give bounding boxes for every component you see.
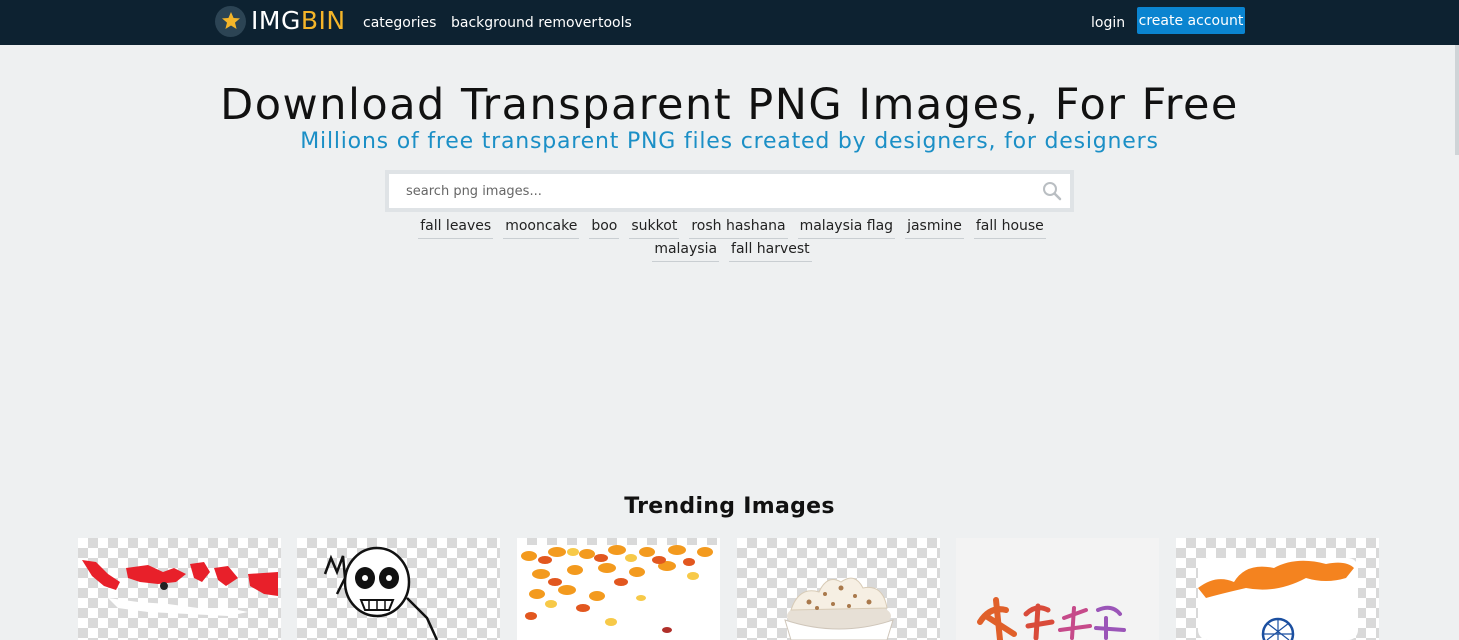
trending-card-whipped-cream[interactable] — [737, 538, 940, 640]
tag-sukkot[interactable]: sukkot — [629, 216, 680, 239]
tag-jasmine[interactable]: jasmine — [905, 216, 964, 239]
trending-card-indonesia-map[interactable] — [78, 538, 281, 640]
login-link[interactable]: login — [1091, 0, 1125, 45]
tag-rosh-hashana[interactable]: rosh hashana — [689, 216, 788, 239]
autumn-leaves-image — [517, 545, 720, 640]
page-title: Download Transparent PNG Images, For Fre… — [220, 80, 1239, 130]
trending-card-skeleton[interactable] — [297, 538, 500, 640]
logo-text: IMGBIN — [251, 5, 346, 37]
nav-categories[interactable]: categories — [363, 0, 436, 45]
search-bar — [385, 170, 1074, 212]
nav-background-remover[interactable]: background remover — [451, 0, 597, 45]
logo-text-img: IMG — [251, 6, 301, 35]
chinese-calligraphy-image — [977, 597, 1126, 640]
search-input[interactable] — [389, 174, 1070, 208]
trending-card-autumn-leaves[interactable] — [517, 538, 720, 640]
tag-fall-house[interactable]: fall house — [973, 216, 1046, 239]
search-box — [389, 174, 1070, 208]
tag-fall-harvest[interactable]: fall harvest — [729, 239, 812, 262]
tag-malaysia[interactable]: malaysia — [652, 239, 720, 262]
skeleton-cartoon-image — [323, 546, 439, 640]
trending-heading: Trending Images — [624, 494, 835, 519]
whipped-cream-cup-image — [784, 577, 894, 640]
tag-malaysia-flag[interactable]: malaysia flag — [797, 216, 896, 239]
nav-tools[interactable]: tools — [598, 0, 632, 45]
create-account-button[interactable]: create account — [1137, 7, 1245, 34]
top-navigation-bar: IMGBIN categories background remover too… — [0, 0, 1459, 45]
star-icon — [215, 5, 246, 37]
tag-mooncake[interactable]: mooncake — [503, 216, 580, 239]
trending-card-india-flag[interactable] — [1176, 538, 1379, 640]
logo-text-bin: BIN — [300, 6, 346, 35]
indonesia-map-image — [82, 560, 278, 616]
trending-card-calligraphy[interactable] — [956, 538, 1159, 640]
imgbin-logo[interactable]: IMGBIN — [215, 5, 346, 37]
search-icon[interactable] — [1042, 181, 1062, 201]
tag-fall-leaves[interactable]: fall leaves — [418, 216, 494, 239]
tag-boo[interactable]: boo — [589, 216, 620, 239]
popular-tags: fall leaves mooncake boo sukkot rosh hashana… — [412, 216, 1052, 262]
india-flag-image — [1198, 558, 1358, 640]
page-subtitle: Millions of free transparent PNG files c… — [300, 129, 1159, 154]
